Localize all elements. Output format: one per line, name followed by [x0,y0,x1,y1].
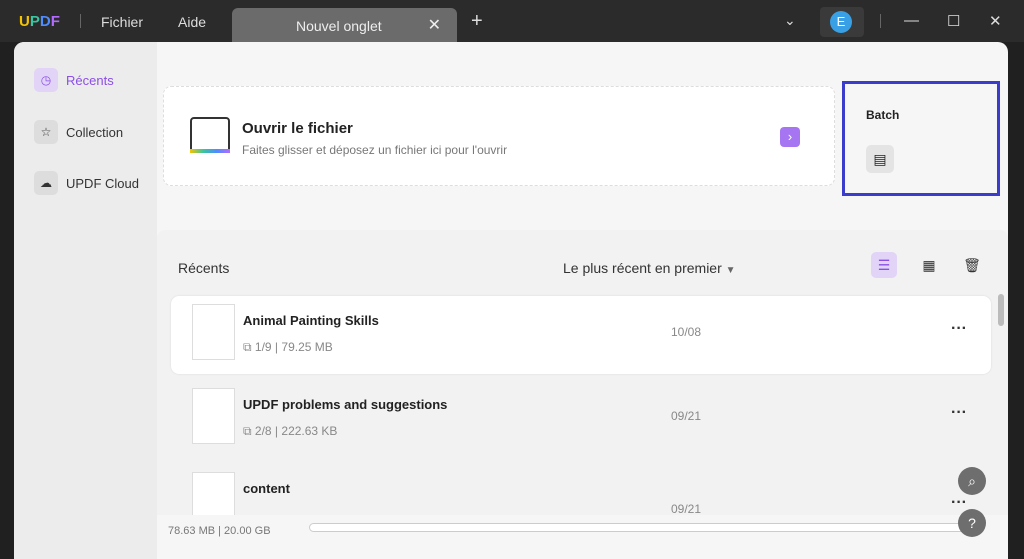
folder-icon [190,117,230,153]
close-window-icon[interactable]: ✕ [989,12,1002,30]
file-name: content [243,481,290,496]
logo-letter: U [19,13,30,30]
file-thumbnail [192,304,235,360]
batch-stack-icon[interactable]: ▤ [866,145,894,173]
file-pages: 2/8 [254,424,272,438]
account-button[interactable]: E [820,7,864,37]
storage-usage: 78.63 MB | 20.00 GB [168,525,271,537]
file-size: 79.25 MB [281,340,333,354]
open-file-subtitle: Faites glisser et déposez un fichier ici… [242,143,508,157]
avatar: E [830,11,852,33]
sidebar: ◷ Récents ☆ Collection ☁ UPDF Cloud [14,42,157,559]
recent-title: Récents [178,260,230,276]
scrollbar[interactable] [998,294,1004,326]
star-icon: ☆ [34,120,58,144]
menu-fichier[interactable]: Fichier [101,14,143,30]
status-bar: 78.63 MB | 20.00 GB [157,515,1008,559]
sidebar-item-cloud[interactable]: ☁ UPDF Cloud [34,170,139,196]
chevron-right-icon[interactable]: › [780,127,800,147]
file-date: 09/21 [671,409,702,423]
file-date: 10/08 [671,325,702,339]
divider [80,14,81,28]
cloud-icon: ☁ [34,171,58,195]
file-size: 222.63 KB [281,424,338,438]
clock-icon: ◷ [34,68,58,92]
updf-logo: UPDF [19,13,60,30]
open-file-dropzone[interactable]: Ouvrir le fichier Faites glisser et dépo… [163,86,835,186]
trash-icon[interactable]: 🗑 [959,252,985,278]
tab-new[interactable]: Nouvel onglet ✕ [232,8,457,42]
tab-label: Nouvel onglet [296,18,382,34]
open-file-title: Ouvrir le fichier [242,120,353,137]
sidebar-item-label: Récents [66,72,114,88]
more-options-icon[interactable]: ··· [951,404,967,422]
help-icon[interactable]: ? [958,509,986,537]
minimize-icon[interactable]: — [904,12,919,29]
grid-view-icon[interactable]: ▦ [916,252,942,278]
file-pages: 1/9 [254,340,272,354]
sidebar-item-recents[interactable]: ◷ Récents [34,67,114,93]
menu-aide[interactable]: Aide [178,14,206,30]
new-tab-plus-icon[interactable]: + [471,10,483,33]
file-name: Animal Painting Skills [243,313,379,328]
caret-down-icon: ▼ [725,265,736,276]
maximize-icon[interactable]: ☐ [947,12,960,30]
search-icon[interactable]: ⌕ [958,467,986,495]
storage-progress-bar [309,523,969,532]
file-meta: ⧉ 1/9 | 79.25 MB [243,340,333,354]
sidebar-item-collection[interactable]: ☆ Collection [34,119,123,145]
app-window: ◷ Récents ☆ Collection ☁ UPDF Cloud Ouvrir … [14,42,1008,559]
logo-letter: F [50,13,60,30]
batch-title: Batch [866,108,900,122]
batch-panel: Batch ▤ [842,81,1000,196]
file-date: 09/21 [671,502,702,516]
file-name: UPDF problems and suggestions [243,397,448,412]
sort-dropdown[interactable]: Le plus récent en premier ▼ [563,260,736,276]
more-options-icon[interactable]: ··· [951,320,967,338]
sidebar-item-label: UPDF Cloud [66,175,139,191]
more-options-icon[interactable]: ··· [951,494,967,512]
list-view-icon[interactable]: ☰ [871,252,897,278]
divider [880,14,881,28]
title-bar: UPDF Fichier Aide Nouvel onglet ✕ + ⌄ E … [0,0,1024,42]
logo-letter: D [39,13,51,30]
file-row[interactable]: UPDF problems and suggestions ⧉ 2/8 | 22… [171,380,991,458]
file-row[interactable]: Animal Painting Skills ⧉ 1/9 | 79.25 MB … [171,296,991,374]
file-meta: ⧉ 2/8 | 222.63 KB [243,424,338,438]
chevron-down-icon[interactable]: ⌄ [784,12,796,29]
sort-label: Le plus récent en premier [563,260,722,276]
logo-letter: P [29,13,40,30]
recent-files-panel: Récents Le plus récent en premier ▼ ☰ ▦ … [157,230,1008,528]
file-thumbnail [192,388,235,444]
close-tab-icon[interactable]: ✕ [428,15,441,35]
sidebar-item-label: Collection [66,124,124,140]
